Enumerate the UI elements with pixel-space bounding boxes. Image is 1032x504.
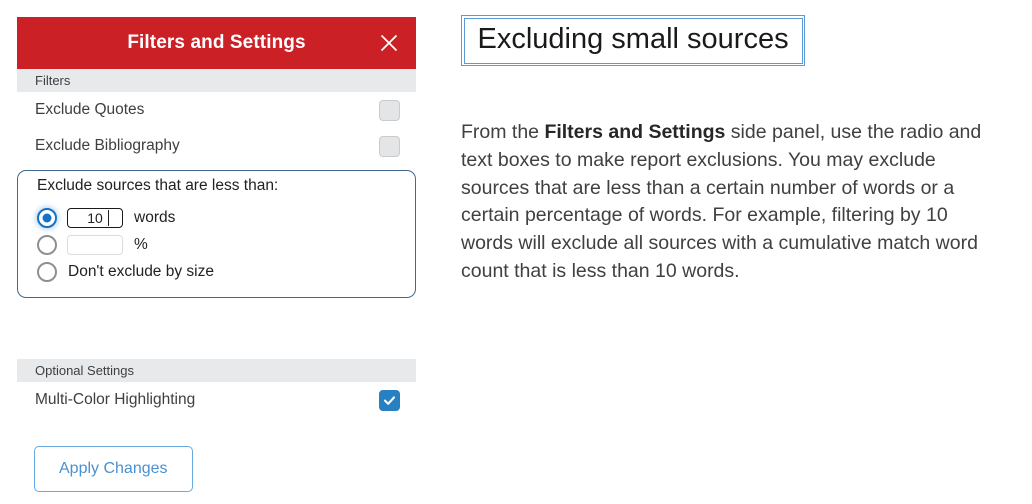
words-threshold-input[interactable]: 10: [67, 207, 123, 228]
paragraph-part-after: side panel, use the radio and text boxes…: [461, 121, 982, 282]
percent-unit-label: %: [134, 235, 148, 253]
dont-exclude-by-size-label: Don't exclude by size: [68, 262, 214, 280]
paragraph-bold-term: Filters and Settings: [544, 121, 726, 144]
paragraph-part-before: From the: [461, 121, 545, 144]
text-caret: [107, 209, 109, 226]
exclude-by-size-group: Exclude sources that are less than: 10 w…: [17, 170, 416, 298]
section-header-filters: Filters: [17, 69, 416, 92]
toggle-row-multi-color-highlighting[interactable]: Multi-Color Highlighting: [17, 382, 416, 418]
close-icon[interactable]: [376, 30, 402, 56]
exclude-bibliography-label: Exclude Bibliography: [35, 137, 180, 154]
apply-changes-container: Apply Changes: [17, 446, 416, 492]
radio-row-no-size-exclusion[interactable]: Don't exclude by size: [18, 258, 415, 285]
words-threshold-value: 10: [87, 209, 103, 226]
filters-and-settings-panel: Filters and Settings Filters Exclude Quo…: [17, 17, 416, 492]
radio-dont-exclude-by-size[interactable]: [37, 261, 57, 282]
exclude-bibliography-checkbox[interactable]: [379, 135, 400, 157]
toggle-row-exclude-quotes[interactable]: Exclude Quotes: [17, 92, 416, 128]
panel-title: Filters and Settings: [127, 32, 306, 53]
multi-color-highlighting-label: Multi-Color Highlighting: [35, 391, 196, 408]
exclude-quotes-checkbox[interactable]: [379, 99, 400, 121]
words-unit-label: words: [134, 208, 176, 226]
radio-exclude-by-words[interactable]: [37, 207, 57, 228]
section-header-filters-label: Filters: [35, 73, 71, 88]
multi-color-highlighting-checkbox[interactable]: [379, 389, 400, 411]
radio-row-percent[interactable]: %: [18, 231, 415, 258]
check-icon: [383, 395, 396, 405]
page-title-box-inner: Excluding small sources: [463, 17, 803, 64]
radio-row-words[interactable]: 10 words: [18, 204, 415, 231]
description-paragraph: From the Filters and Settings side panel…: [461, 119, 989, 285]
radio-exclude-by-percent[interactable]: [37, 234, 57, 255]
content-area: Excluding small sources From the Filters…: [461, 15, 1006, 305]
section-header-optional-settings-label: Optional Settings: [35, 363, 135, 378]
page-title: Excluding small sources: [477, 22, 789, 55]
percent-threshold-input[interactable]: [67, 234, 123, 255]
apply-changes-button[interactable]: Apply Changes: [34, 446, 193, 492]
page-title-box: Excluding small sources: [461, 15, 806, 67]
section-header-optional-settings: Optional Settings: [17, 359, 416, 382]
exclude-by-size-group-label: Exclude sources that are less than:: [37, 177, 279, 194]
panel-header: Filters and Settings: [17, 17, 416, 69]
exclude-quotes-label: Exclude Quotes: [35, 101, 145, 118]
toggle-row-exclude-bibliography[interactable]: Exclude Bibliography: [17, 128, 416, 164]
